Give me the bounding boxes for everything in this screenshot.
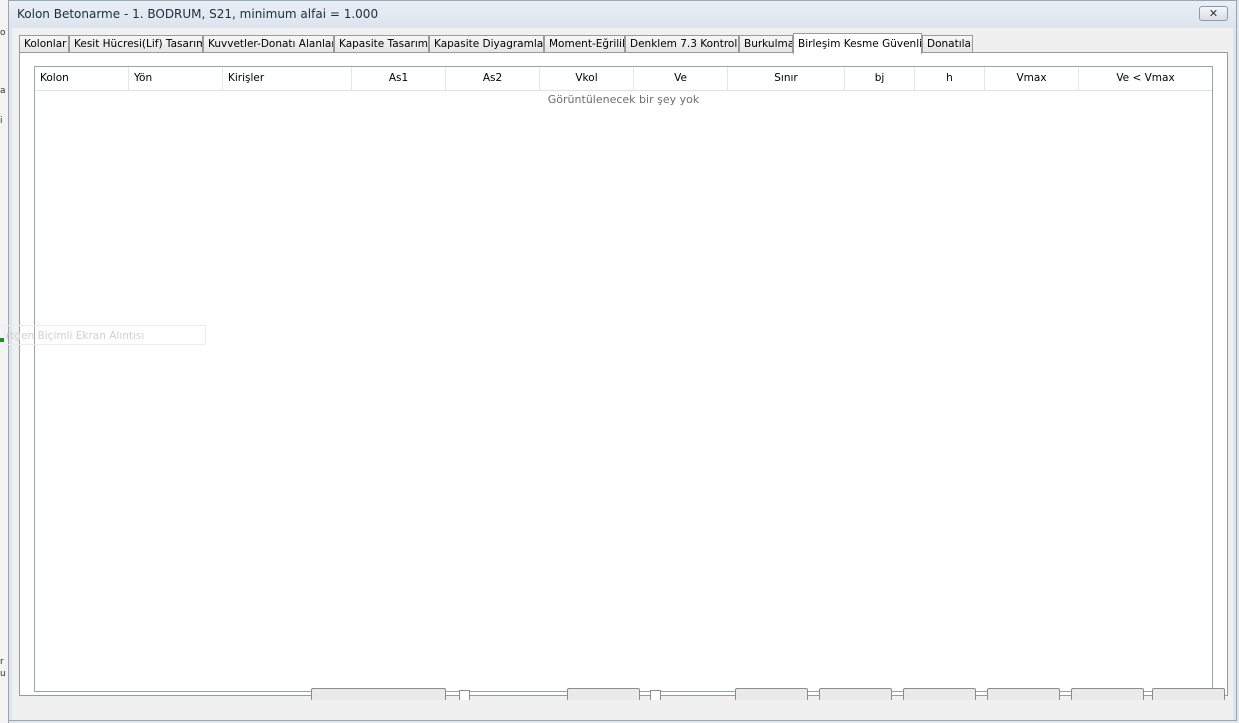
bottom-checkbox-partial[interactable] <box>459 690 470 700</box>
tab-label: Kolonlar <box>24 38 67 50</box>
column-header-vkol[interactable]: Vkol <box>540 67 634 90</box>
column-header-kirisler[interactable]: Kirişler <box>223 67 352 90</box>
bottom-button-partial[interactable] <box>1071 688 1144 700</box>
tab-panel: Kolon Yön Kirişler As1 As2 Vkol Ve Sınır… <box>19 52 1228 696</box>
column-header-yon[interactable]: Yön <box>129 67 223 90</box>
bottom-button-partial[interactable] <box>987 688 1060 700</box>
tab-kapasite-tasarimi[interactable]: Kapasite Tasarımı <box>334 35 429 53</box>
background-text-fragment: o <box>0 28 6 38</box>
tab-label: Kuvvetler-Donatı Alanları <box>208 38 334 50</box>
column-header-ve[interactable]: Ve <box>634 67 728 90</box>
column-header-sinir[interactable]: Sınır <box>728 67 845 90</box>
window-client-area: Kolonlar Kesit Hücresi(Lif) Tasarımı Kuv… <box>4 28 1233 720</box>
snip-tooltip-ghost: rtgen Biçimli Ekran Alıntısı <box>4 325 206 345</box>
background-text-fragment: u <box>0 669 6 679</box>
column-header-ve-lt-vmax[interactable]: Ve < Vmax <box>1079 67 1212 90</box>
tab-label: Kapasite Diyagramları <box>434 38 544 50</box>
bottom-combo-partial[interactable] <box>311 688 446 700</box>
tab-label: Denklem 7.3 Kontrolü <box>630 38 739 50</box>
tab-label: Moment-Eğrilik <box>549 38 625 50</box>
bottom-checkbox-partial[interactable] <box>650 690 661 700</box>
close-icon: ✕ <box>1208 7 1219 20</box>
empty-state-message: Görüntülenecek bir şey yok <box>547 93 700 106</box>
tab-burkulma[interactable]: Burkulma <box>739 35 793 53</box>
close-button[interactable]: ✕ <box>1199 6 1228 21</box>
column-header-h[interactable]: h <box>915 67 985 90</box>
bottom-button-partial[interactable] <box>1152 688 1225 700</box>
column-header-as1[interactable]: As1 <box>352 67 446 90</box>
background-text-fragment: r <box>0 657 4 667</box>
background-text-fragment: i <box>0 116 3 126</box>
tab-kolonlar[interactable]: Kolonlar <box>19 35 69 53</box>
title-bar[interactable]: Kolon Betonarme - 1. BODRUM, S21, minimu… <box>9 1 1236 28</box>
tab-moment-egrilik[interactable]: Moment-Eğrilik <box>544 35 625 53</box>
tab-label: Donatılar <box>927 38 973 50</box>
tab-kapasite-diyagramlari[interactable]: Kapasite Diyagramları <box>429 35 544 53</box>
background-text-fragment: a <box>0 86 6 96</box>
tab-label: Kapasite Tasarımı <box>339 38 429 50</box>
window-title: Kolon Betonarme - 1. BODRUM, S21, minimu… <box>17 7 379 21</box>
tab-label: Birleşim Kesme Güvenliği <box>798 38 922 50</box>
kolon-betonarme-window: Kolon Betonarme - 1. BODRUM, S21, minimu… <box>4 0 1237 721</box>
column-header-kolon[interactable]: Kolon <box>35 67 129 90</box>
tab-label: Kesit Hücresi(Lif) Tasarımı <box>74 38 203 50</box>
bottom-button-partial[interactable] <box>735 688 808 700</box>
tab-kesit-hucresi[interactable]: Kesit Hücresi(Lif) Tasarımı <box>69 35 203 53</box>
column-header-as2[interactable]: As2 <box>446 67 540 90</box>
grid-header: Kolon Yön Kirişler As1 As2 Vkol Ve Sınır… <box>35 67 1212 91</box>
tab-birlesim-kesme-guvenligi[interactable]: Birleşim Kesme Güvenliği <box>793 33 922 54</box>
column-header-bj[interactable]: bj <box>845 67 915 90</box>
tab-label: Burkulma <box>744 38 793 50</box>
bottom-button-partial[interactable] <box>567 688 640 700</box>
bottom-button-partial[interactable] <box>819 688 892 700</box>
tab-donatilar[interactable]: Donatılar <box>922 35 973 53</box>
bottom-button-partial[interactable] <box>903 688 976 700</box>
column-header-vmax[interactable]: Vmax <box>985 67 1079 90</box>
tab-kuvvetler-donati[interactable]: Kuvvetler-Donatı Alanları <box>203 35 334 53</box>
results-grid[interactable]: Kolon Yön Kirişler As1 As2 Vkol Ve Sınır… <box>34 66 1213 692</box>
tab-denklem-7-3[interactable]: Denklem 7.3 Kontrolü <box>625 35 739 53</box>
